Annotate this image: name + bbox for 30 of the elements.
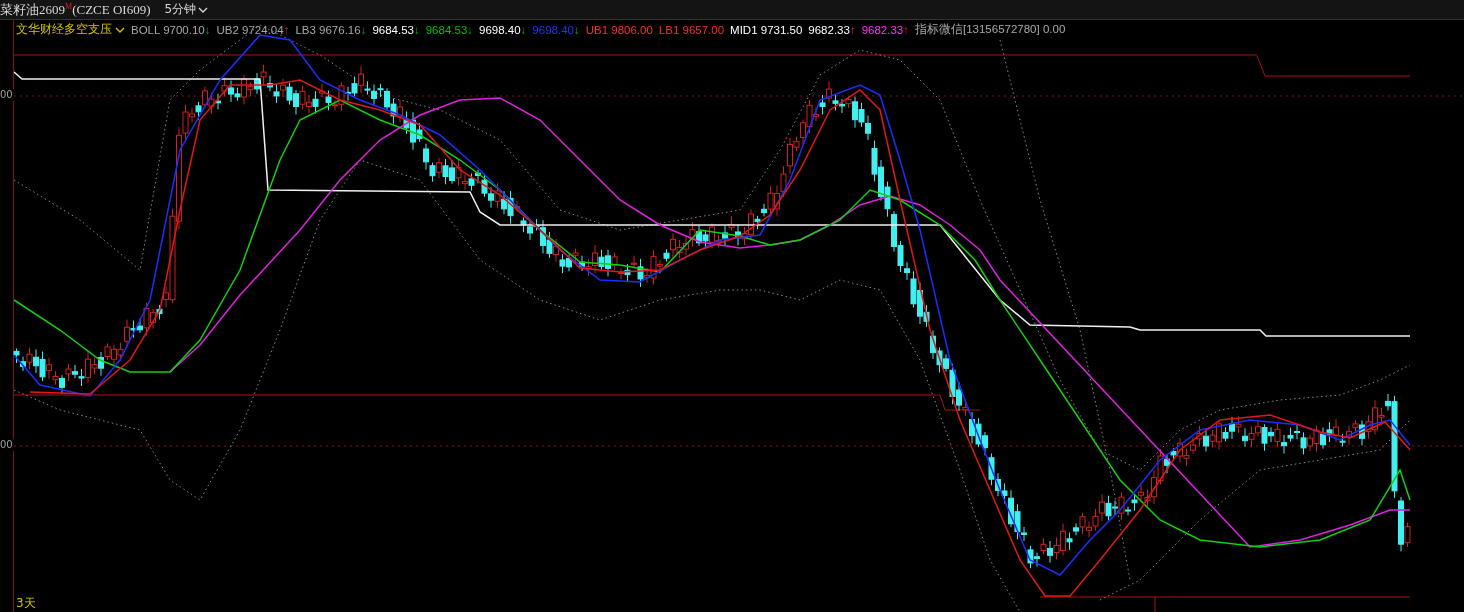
- period-selector[interactable]: 5分钟: [164, 1, 209, 18]
- indicator-value: LB1 9657.00: [658, 23, 725, 36]
- chevron-down-icon: [115, 26, 125, 33]
- chevron-down-icon: [198, 6, 209, 13]
- trend-arrow: ↓: [467, 23, 474, 36]
- price-axis-label: 00: [0, 439, 14, 451]
- indicator-value: BOLL 9700.10: [131, 23, 205, 36]
- indicator-value: UB1 9806.00: [585, 23, 653, 36]
- indicator-value: 9698.40: [532, 23, 574, 36]
- indicator-value: 9682.33: [808, 23, 850, 36]
- indicator-value: UB2 9724.04: [216, 23, 284, 36]
- trend-arrow: ↓: [573, 23, 580, 36]
- trend-arrow: ↓: [204, 23, 211, 36]
- time-range-label: 3天: [16, 595, 36, 612]
- price-axis-label: 00: [0, 89, 14, 101]
- indicator-value: 9682.33: [861, 23, 904, 36]
- indicator-value: MID1 9731.50: [730, 23, 803, 36]
- trend-arrow: ↑: [283, 23, 290, 36]
- indicator-value: 9698.40: [479, 23, 521, 36]
- trend-arrow: ↓: [520, 23, 527, 36]
- indicator-selector[interactable]: 文华财经多空支压: [16, 22, 125, 37]
- instrument-title: 菜籽油2609$^{M}$(CZCE OI609): [0, 0, 151, 19]
- indicator-value: 9684.53: [425, 23, 468, 36]
- trend-arrow: ↑: [903, 23, 909, 36]
- indicator-value: 指标微信[13156572780] 0.00: [914, 23, 1066, 35]
- trend-arrow: ↓: [360, 23, 367, 36]
- trend-arrow: ↓: [413, 23, 420, 36]
- indicator-value: 9684.53: [372, 23, 414, 36]
- indicator-value: LB3 9676.16: [295, 23, 361, 36]
- trend-arrow: ↑: [849, 23, 856, 36]
